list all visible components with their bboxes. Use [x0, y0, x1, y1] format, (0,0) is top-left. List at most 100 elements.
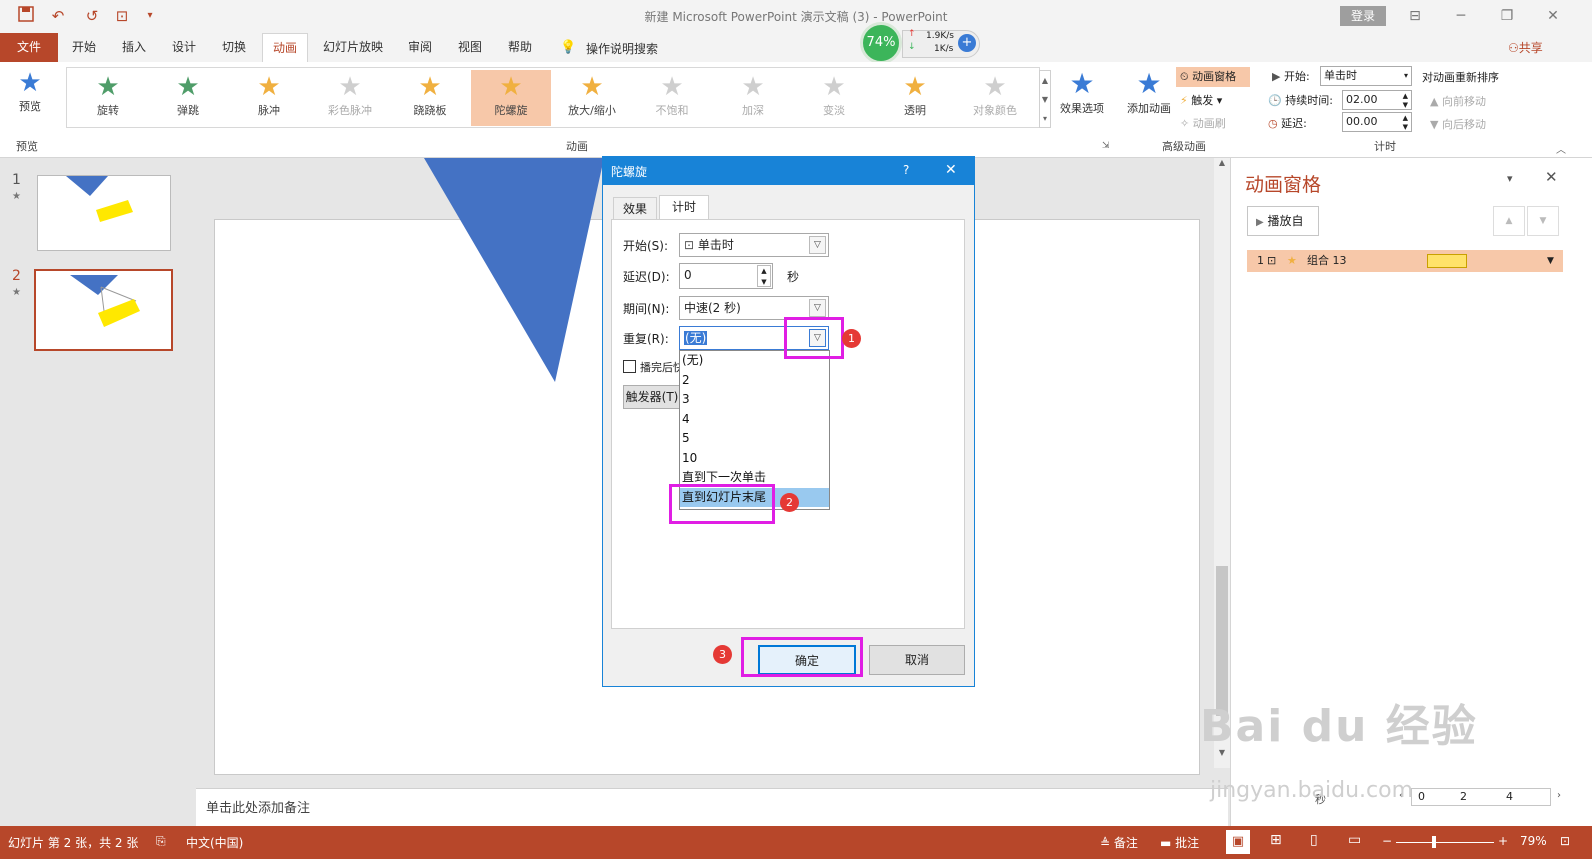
tab-help[interactable]: 帮助: [500, 33, 540, 62]
chevron-down-icon[interactable]: ▽: [809, 236, 826, 254]
blue-triangle-shape[interactable]: [420, 158, 620, 388]
spinner-icon[interactable]: ▲ ▼: [1403, 114, 1408, 132]
duration-input[interactable]: 02.00 ▲ ▼: [1342, 90, 1412, 110]
language-indicator[interactable]: 中文(中国): [186, 834, 243, 851]
rewind-checkbox[interactable]: [623, 360, 636, 373]
animation-painter-button[interactable]: ✧ 动画刷: [1180, 115, 1226, 131]
timeline-right-icon[interactable]: ›: [1557, 790, 1561, 801]
pane-options-icon[interactable]: ▾: [1507, 172, 1513, 185]
slide-sorter-icon[interactable]: ⊞: [1270, 832, 1282, 848]
tab-transitions[interactable]: 切换: [214, 33, 254, 62]
move-down-icon[interactable]: ▼: [1527, 206, 1559, 236]
move-later-button[interactable]: ▼ 向后移动: [1430, 116, 1486, 132]
animation-item-11[interactable]: ★ 对象颜色: [955, 70, 1035, 126]
cancel-button[interactable]: 取消: [869, 645, 965, 675]
repeat-option-1[interactable]: 2: [680, 371, 829, 391]
animation-item-10[interactable]: ★ 透明: [875, 70, 955, 126]
scroll-up-icon[interactable]: ▲: [1214, 158, 1230, 172]
tab-timing[interactable]: 计时: [659, 195, 709, 221]
restore-icon[interactable]: ❐: [1484, 4, 1530, 28]
chevron-down-icon[interactable]: ▽: [809, 299, 826, 317]
zoom-in-icon[interactable]: +: [1498, 834, 1508, 848]
normal-view-icon[interactable]: ▣: [1226, 830, 1250, 854]
repeat-option-5[interactable]: 10: [680, 449, 829, 469]
share-button[interactable]: ⚇共享: [1508, 39, 1543, 56]
close-window-icon[interactable]: ✕: [1530, 4, 1576, 28]
animation-item-3[interactable]: ★ 彩色脉冲: [310, 70, 390, 126]
tab-design[interactable]: 设计: [164, 33, 204, 62]
notes-toggle[interactable]: ≜ 备注: [1100, 834, 1138, 851]
tab-home[interactable]: 开始: [64, 33, 104, 62]
watermark-logo: Bai du 经验: [1200, 701, 1478, 752]
animation-item-5[interactable]: ★ 陀螺旋: [471, 70, 551, 126]
animation-pane-toggle[interactable]: ⏲ 动画窗格: [1176, 67, 1250, 87]
add-animation-button[interactable]: ★ 添加动画: [1122, 68, 1176, 116]
zoom-level[interactable]: 79%: [1520, 834, 1547, 848]
spinner-icon[interactable]: ▲ ▼: [1403, 92, 1408, 110]
spellcheck-icon[interactable]: ⎘: [156, 834, 166, 849]
tab-review[interactable]: 审阅: [400, 33, 440, 62]
repeat-option-2[interactable]: 3: [680, 390, 829, 410]
repeat-option-4[interactable]: 5: [680, 429, 829, 449]
animation-item-label: 变淡: [823, 104, 845, 117]
duration-label-text: 持续时间:: [1285, 94, 1333, 107]
move-up-icon[interactable]: ▲: [1493, 206, 1525, 236]
slide-vertical-scrollbar[interactable]: ▲ ▼: [1214, 158, 1230, 768]
play-from-button[interactable]: ▶ 播放自: [1247, 206, 1319, 236]
zoom-slider[interactable]: [1396, 842, 1494, 843]
item-dropdown-icon[interactable]: ▼: [1547, 250, 1554, 272]
tab-slideshow[interactable]: 幻灯片放映: [318, 33, 388, 62]
animation-item-4[interactable]: ★ 跷跷板: [390, 70, 470, 126]
tab-effect[interactable]: 效果: [613, 197, 657, 221]
delay-field[interactable]: 0 ▲ ▼: [679, 263, 773, 289]
animation-item-9[interactable]: ★ 变淡: [794, 70, 874, 126]
close-pane-icon[interactable]: ✕: [1545, 168, 1558, 186]
tab-view[interactable]: 视图: [450, 33, 490, 62]
start-combo[interactable]: ⊡ 单击时 ▽: [679, 233, 829, 257]
delay-spinner-icon[interactable]: ▲ ▼: [757, 265, 771, 287]
preview-button[interactable]: ★ 预览: [10, 68, 50, 114]
animation-list-item[interactable]: 1 ⊡ ★ 组合 13 ▼: [1247, 250, 1563, 272]
delay-input[interactable]: 00.00 ▲ ▼: [1342, 112, 1412, 132]
login-button[interactable]: 登录: [1340, 6, 1386, 26]
move-earlier-button[interactable]: ▲ 向前移动: [1430, 93, 1486, 109]
animation-item-1[interactable]: ★ 弹跳: [148, 70, 228, 126]
tab-insert[interactable]: 插入: [114, 33, 154, 62]
animation-item-8[interactable]: ★ 加深: [713, 70, 793, 126]
animation-item-7[interactable]: ★ 不饱和: [632, 70, 712, 126]
ribbon-display-icon[interactable]: ⊟: [1392, 4, 1438, 28]
tab-file[interactable]: 文件: [0, 33, 58, 62]
minimize-icon[interactable]: ─: [1438, 4, 1484, 28]
comments-toggle[interactable]: ▬ 批注: [1160, 834, 1199, 851]
help-icon[interactable]: ?: [903, 163, 909, 177]
timeline-ruler[interactable]: 0 2 4: [1411, 788, 1551, 806]
slideshow-icon[interactable]: ▭: [1348, 832, 1361, 848]
dialog-close-icon[interactable]: ✕: [945, 162, 957, 178]
zoom-out-icon[interactable]: −: [1382, 834, 1392, 848]
slide-thumbnail-1[interactable]: [37, 175, 171, 251]
animation-item-label: 旋转: [97, 104, 119, 117]
fit-slide-icon[interactable]: ⊡: [1560, 834, 1570, 848]
start-select[interactable]: 单击时 ▾: [1320, 66, 1412, 86]
collapse-ribbon-icon[interactable]: ︿: [1556, 141, 1566, 156]
plus-icon[interactable]: +: [958, 34, 976, 52]
tab-animations[interactable]: 动画: [262, 33, 308, 63]
animation-item-6[interactable]: ★ 放大/缩小: [552, 70, 632, 126]
period-field-label: 期间(N):: [623, 302, 670, 316]
animation-item-2[interactable]: ★ 脉冲: [229, 70, 309, 126]
reading-view-icon[interactable]: ▯: [1310, 832, 1318, 848]
gallery-scroll[interactable]: ▲ ▼ ▾: [1039, 70, 1051, 128]
trigger-dialog-button[interactable]: 触发器(T): [623, 385, 681, 409]
timeline-tick-0: 0: [1418, 790, 1425, 803]
period-combo-value: 中速(2 秒): [684, 301, 741, 315]
tell-me-search[interactable]: 操作说明搜索: [586, 40, 658, 57]
animation-item-0[interactable]: ★ 旋转: [68, 70, 148, 126]
zoom-thumb[interactable]: [1432, 836, 1436, 848]
lightning-icon: ⚡: [1180, 94, 1188, 107]
effect-options-button[interactable]: ★ 效果选项: [1056, 68, 1108, 116]
dialog-launcher-icon[interactable]: ⇲: [1102, 141, 1110, 151]
slide-thumbnail-2[interactable]: [34, 269, 173, 351]
repeat-option-3[interactable]: 4: [680, 410, 829, 430]
trigger-button[interactable]: ⚡ 触发 ▾: [1180, 92, 1222, 108]
notes-area[interactable]: 单击此处添加备注: [196, 788, 1228, 826]
